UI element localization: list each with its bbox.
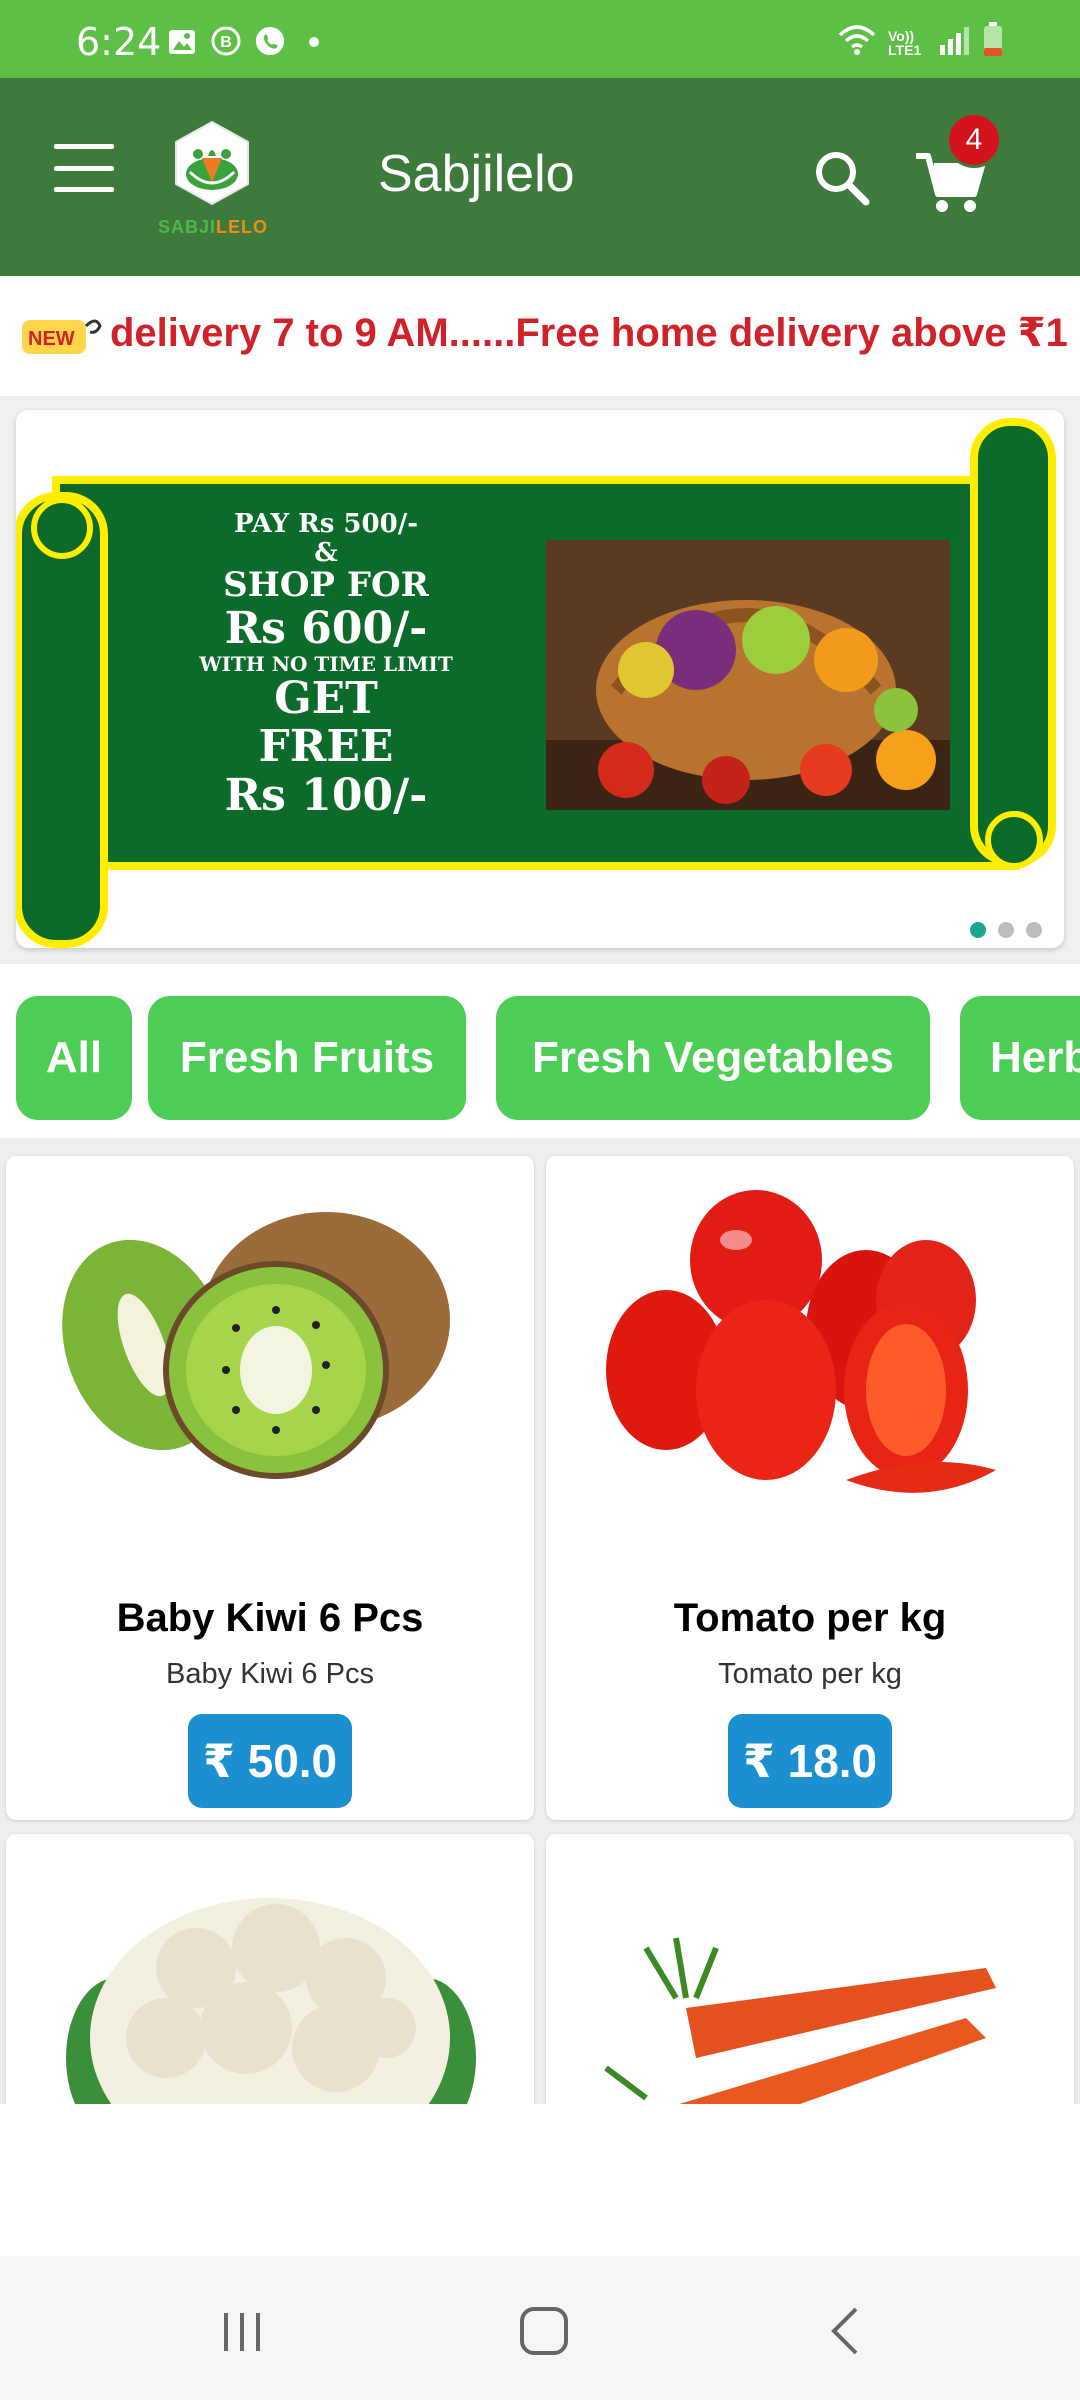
product-card[interactable]: Tomato per kg Tomato per kg ₹ 18.0 (546, 1156, 1074, 1820)
home-button[interactable] (504, 2296, 584, 2366)
category-chip-herbs[interactable]: Herbs (960, 996, 1080, 1120)
wifi-icon (836, 23, 878, 62)
hamburger-line (54, 165, 114, 171)
new-badge: NEW (20, 314, 104, 360)
volte-icon: Vo)) LTE1 (888, 27, 922, 58)
logo-text-part1: SABJI (158, 217, 217, 237)
banner-line: Rs 600/- (224, 602, 428, 654)
back-icon (831, 2307, 858, 2355)
carousel-dots (970, 922, 1042, 938)
search-button[interactable] (806, 142, 878, 214)
product-subtitle: Tomato per kg (718, 1658, 902, 1690)
gallery-icon (166, 26, 198, 58)
signal-icon (938, 23, 972, 62)
product-image-kiwi (46, 1180, 494, 1520)
product-card[interactable] (6, 1834, 534, 2104)
banner-vegetable-basket-image (546, 540, 950, 810)
banner-line: Rs 100/- (224, 769, 428, 821)
product-grid: Baby Kiwi 6 Pcs Baby Kiwi 6 Pcs ₹ 50.0 T… (0, 1138, 1080, 2104)
banner-carousel[interactable]: PAY Rs 500/- & SHOP FOR Rs 600/- WITH NO… (0, 396, 1080, 964)
product-card[interactable] (546, 1834, 1074, 2104)
carousel-dot[interactable] (1026, 922, 1042, 938)
notice-marquee: NEW delivery 7 to 9 AM......Free home de… (0, 276, 1080, 396)
recents-button[interactable] (202, 2296, 282, 2366)
carousel-dot-active[interactable] (970, 922, 986, 938)
app-bar: SABJILELO Sabjilelo (0, 78, 1080, 276)
product-title: Baby Kiwi 6 Pcs (116, 1596, 424, 1640)
battery-icon (982, 22, 1004, 63)
product-price-button[interactable]: ₹ 18.0 (728, 1714, 892, 1808)
product-image-carrot (586, 1858, 1034, 2104)
banner-text: PAY Rs 500/- & SHOP FOR Rs 600/- WITH NO… (146, 510, 506, 820)
category-chip-fresh-fruits[interactable]: Fresh Fruits (148, 996, 466, 1120)
whatsapp-icon (254, 26, 286, 58)
back-button[interactable] (806, 2296, 886, 2366)
product-title: Tomato per kg (673, 1596, 947, 1640)
home-icon (520, 2307, 568, 2355)
category-chip-fresh-vegetables[interactable]: Fresh Vegetables (496, 996, 930, 1120)
banner-line: FREE (258, 721, 394, 773)
banner-slide[interactable]: PAY Rs 500/- & SHOP FOR Rs 600/- WITH NO… (16, 410, 1064, 948)
carousel-dot[interactable] (998, 922, 1014, 938)
svg-text:B: B (220, 34, 232, 51)
status-time: 6:24 (76, 20, 162, 64)
banner-line: WITH NO TIME LIMIT (199, 651, 453, 676)
notification-dot-icon (298, 26, 330, 58)
logo-text-part2: LELO (216, 217, 269, 237)
whatsapp-business-icon: B (210, 26, 242, 58)
logo-emblem (175, 120, 249, 206)
hamburger-line (54, 144, 114, 149)
banner-line: & (314, 537, 338, 568)
menu-button[interactable] (52, 140, 116, 196)
system-nav-bar (0, 2256, 1080, 2400)
notice-text: delivery 7 to 9 AM......Free home delive… (110, 311, 1068, 355)
category-chips: All Fresh Fruits Fresh Vegetables Herbs (0, 964, 1080, 1138)
product-card[interactable]: Baby Kiwi 6 Pcs Baby Kiwi 6 Pcs ₹ 50.0 (6, 1156, 534, 1820)
status-right-icons: Vo)) LTE1 (836, 22, 1004, 63)
cart-count-badge: 4 (946, 112, 1002, 168)
new-badge-label: NEW (28, 328, 75, 350)
logo-text: SABJILELO (158, 217, 269, 238)
product-price-button[interactable]: ₹ 50.0 (188, 1714, 352, 1808)
banner-line: PAY Rs 500/- (233, 509, 418, 539)
product-image-cauliflower (46, 1858, 494, 2104)
status-left-icons: B (166, 26, 330, 58)
app-title: Sabjilelo (378, 145, 575, 203)
search-icon (816, 152, 870, 206)
recents-icon (224, 2313, 260, 2351)
status-bar: 6:24 B Vo)) LTE1 (0, 0, 1080, 78)
content-blank-area (0, 2104, 1080, 2256)
product-image-tomato (586, 1180, 1034, 1520)
app-logo: SABJILELO (158, 118, 269, 238)
product-subtitle: Baby Kiwi 6 Pcs (166, 1658, 374, 1690)
category-chip-all[interactable]: All (16, 996, 132, 1120)
banner-line: SHOP FOR (223, 565, 429, 606)
banner-line: GET (274, 672, 378, 724)
hamburger-line (54, 187, 114, 192)
